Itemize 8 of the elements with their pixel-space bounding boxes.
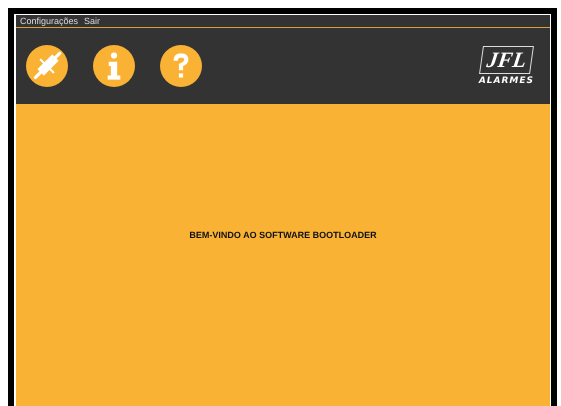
logo-mark: JFL: [478, 46, 534, 74]
plug-icon[interactable]: [26, 45, 68, 87]
info-icon[interactable]: [93, 45, 135, 87]
menu-item[interactable]: Sair: [84, 16, 100, 26]
logo-caption: ALARMES: [478, 76, 534, 86]
help-icon[interactable]: [160, 45, 202, 87]
menu-item[interactable]: Configurações: [20, 16, 78, 26]
welcome-text: BEM-VINDO AO SOFTWARE BOOTLOADER: [189, 230, 377, 240]
